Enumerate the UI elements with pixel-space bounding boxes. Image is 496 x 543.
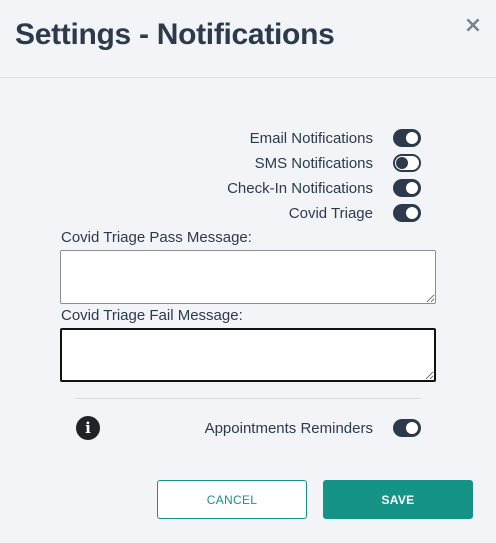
section-divider: [75, 398, 421, 399]
appointments-reminders-toggle[interactable]: [393, 419, 421, 437]
covid-triage-label: Covid Triage: [288, 204, 373, 222]
sms-notifications-toggle[interactable]: [393, 154, 421, 172]
check-in-notifications-toggle[interactable]: [393, 179, 421, 197]
dialog-title: Settings - Notifications: [15, 18, 335, 51]
toggle-knob: [406, 207, 418, 219]
cancel-button[interactable]: CANCEL: [157, 480, 307, 519]
covid-triage-row: Covid Triage: [289, 203, 421, 223]
toggle-knob: [406, 182, 418, 194]
toggle-knob: [396, 157, 408, 169]
email-notifications-row: Email Notifications: [250, 128, 421, 148]
check-in-notifications-label: Check-In Notifications: [227, 179, 373, 197]
close-icon[interactable]: ×: [463, 15, 483, 37]
appointments-reminders-label: Appointments Reminders: [204, 419, 373, 437]
email-notifications-label: Email Notifications: [249, 129, 373, 147]
covid-triage-toggle[interactable]: [393, 204, 421, 222]
toggle-knob: [406, 132, 418, 144]
save-button[interactable]: SAVE: [323, 480, 473, 519]
toggle-knob: [406, 422, 418, 434]
pass-message-label: Covid Triage Pass Message:: [61, 229, 252, 246]
settings-notifications-dialog: Settings - Notifications × Email Notific…: [0, 0, 496, 543]
check-in-notifications-row: Check-In Notifications: [227, 178, 421, 198]
pass-message-textarea[interactable]: [60, 250, 436, 304]
sms-notifications-row: SMS Notifications: [255, 153, 421, 173]
fail-message-label: Covid Triage Fail Message:: [61, 307, 243, 324]
sms-notifications-label: SMS Notifications: [254, 154, 373, 172]
dialog-header: Settings - Notifications ×: [0, 0, 496, 78]
appointments-reminders-row: Appointments Reminders: [205, 418, 421, 438]
info-icon[interactable]: i: [76, 416, 100, 440]
fail-message-textarea[interactable]: [60, 328, 436, 382]
email-notifications-toggle[interactable]: [393, 129, 421, 147]
